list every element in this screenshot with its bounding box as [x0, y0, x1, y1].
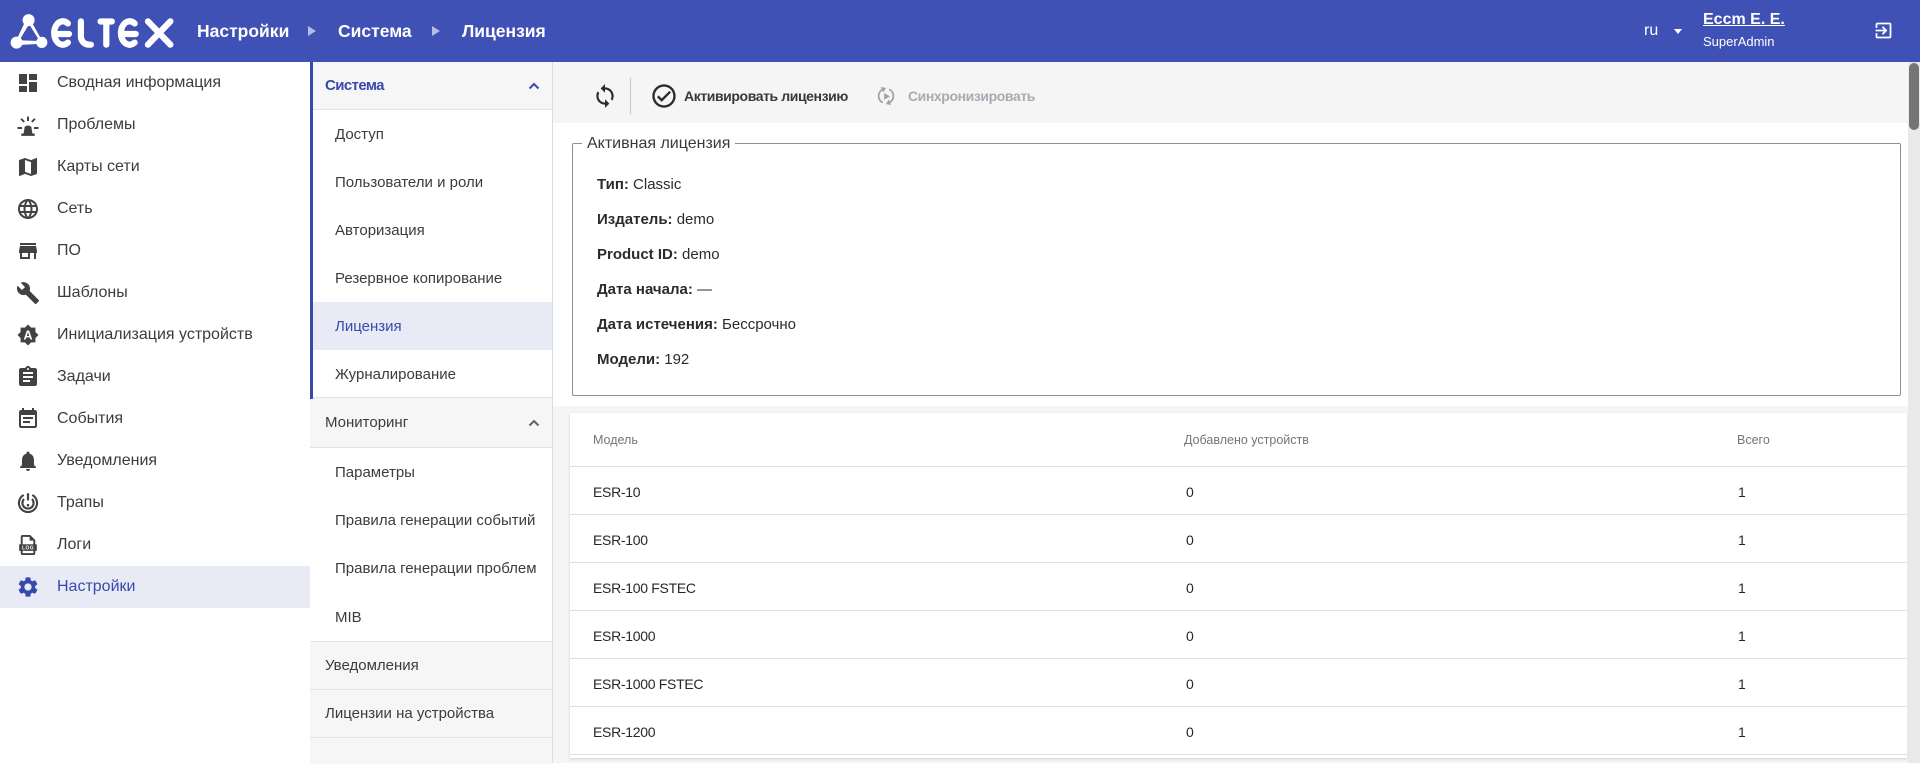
svg-text:LOG: LOG	[22, 546, 34, 552]
svg-text:A: A	[23, 328, 32, 342]
